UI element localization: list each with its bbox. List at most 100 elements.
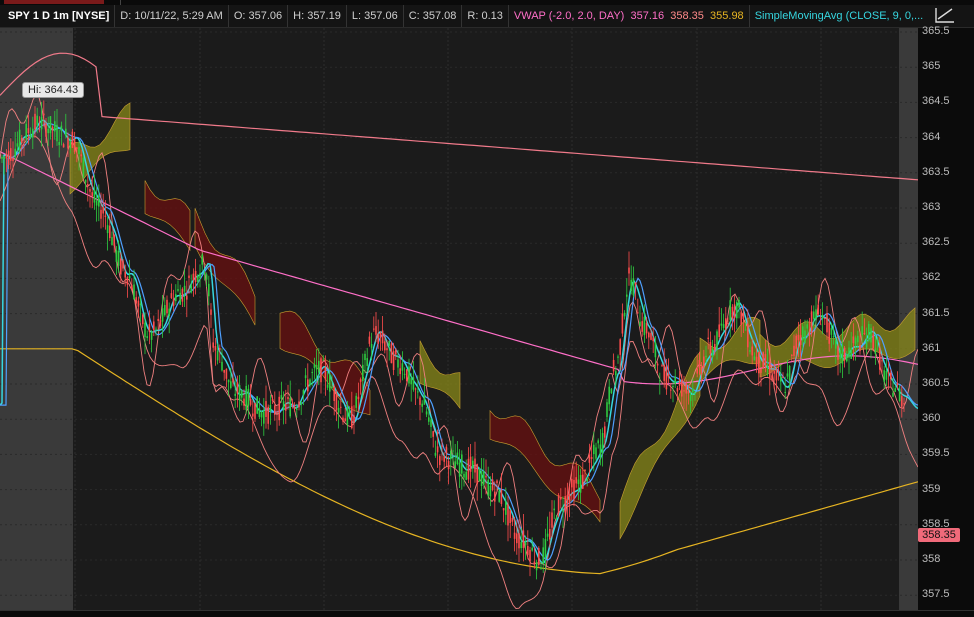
candle-body [18, 129, 21, 150]
candle-body [799, 335, 802, 345]
candle-body [678, 381, 681, 386]
candle-body [727, 323, 729, 325]
candle-body [601, 433, 604, 453]
candle-body [313, 363, 316, 368]
candle-body [749, 350, 751, 352]
candle-body [183, 285, 186, 292]
candle-body [397, 359, 399, 368]
candle-body [839, 350, 841, 360]
candle-body [84, 179, 87, 183]
candle-body [179, 292, 181, 305]
candle-body [56, 124, 58, 142]
sma-study[interactable]: SimpleMovingAvg (CLOSE, 9, 0,... [750, 5, 929, 27]
candle-body [436, 446, 439, 453]
candle-body [696, 368, 698, 374]
candle-body [863, 332, 866, 334]
candle-body [126, 277, 129, 285]
candle-body [326, 384, 329, 388]
candle-body [509, 510, 511, 524]
candle-body [133, 284, 135, 300]
candle-body [826, 313, 828, 333]
candle-body [362, 364, 364, 381]
draw-line-icon[interactable] [934, 6, 956, 24]
candle-body [828, 322, 830, 344]
candle-body [104, 215, 107, 217]
candle-body [593, 444, 595, 455]
candle-body [542, 547, 544, 564]
candle-body [225, 368, 228, 379]
candle-body [113, 234, 115, 246]
candle-body [648, 332, 650, 338]
candle-body [731, 306, 734, 320]
candle-body [450, 450, 452, 460]
candle-body [34, 113, 36, 130]
candle-body [496, 480, 498, 484]
candle-body [538, 548, 540, 566]
candle-body [881, 360, 883, 362]
candle-body [535, 562, 538, 571]
candle-body [643, 316, 646, 336]
candle-body [654, 342, 657, 358]
price-tick: 365 [922, 60, 941, 73]
candle-body [751, 346, 753, 356]
open-label: O: 357.06 [229, 5, 289, 27]
candle-body [661, 365, 663, 367]
candle-body [258, 408, 261, 417]
candle-body [568, 494, 571, 504]
candle-body [263, 410, 265, 424]
symbol-label[interactable]: SPY 1 D 1m [NYSE] [0, 5, 116, 27]
candle-body [256, 396, 258, 414]
candle-body [518, 532, 520, 549]
candle-body [302, 390, 305, 395]
candle-body [366, 358, 368, 366]
candle-body [210, 309, 212, 315]
candle-body [188, 275, 190, 278]
candle-body [14, 148, 16, 157]
candle-body [21, 137, 23, 143]
price-tick: 358 [922, 553, 941, 565]
candle-body [29, 135, 32, 138]
candle-body [342, 417, 344, 422]
candle-body [872, 334, 874, 349]
candle-body [489, 485, 492, 497]
candle-body [821, 314, 824, 319]
candle-body [502, 508, 505, 511]
candle-body [740, 311, 742, 325]
candle-body [700, 366, 703, 375]
candle-body [777, 370, 780, 372]
candle-body [43, 113, 45, 116]
candle-body [454, 461, 456, 469]
candle-body [260, 412, 263, 418]
candle-body [62, 144, 65, 148]
candle-body [159, 320, 162, 326]
candle-body [80, 154, 82, 157]
candle-body [410, 378, 412, 385]
candle-body [531, 547, 533, 551]
candle-body [676, 388, 679, 392]
candle-body [604, 426, 606, 438]
candle-body [285, 404, 287, 411]
candle-body [793, 345, 795, 356]
candle-body [672, 385, 674, 387]
price-chart[interactable] [0, 28, 918, 610]
candle-body [859, 344, 861, 352]
candle-body [516, 533, 518, 544]
candle-body [652, 337, 654, 342]
candle-body [513, 532, 516, 539]
candle-body [265, 401, 267, 417]
candle-body [172, 298, 175, 306]
candle-body [247, 388, 250, 407]
price-axis[interactable]: 365.5 365 364.5 364 363.5 363 362.5 362 361.5 361… [918, 25, 974, 610]
vwap-study[interactable]: VWAP (-2.0, 2.0, DAY) 357.16 358.35 355.… [509, 5, 750, 27]
candle-body [324, 367, 327, 380]
candle-body [249, 398, 252, 405]
candle-body [766, 365, 769, 368]
candle-body [322, 359, 324, 361]
candle-body [630, 279, 632, 291]
candle-body [60, 125, 63, 131]
candle-body [705, 355, 707, 358]
low-label: L: 357.06 [347, 5, 404, 27]
candle-body [549, 528, 551, 540]
candle-body [403, 373, 406, 375]
candle-body [689, 394, 692, 402]
